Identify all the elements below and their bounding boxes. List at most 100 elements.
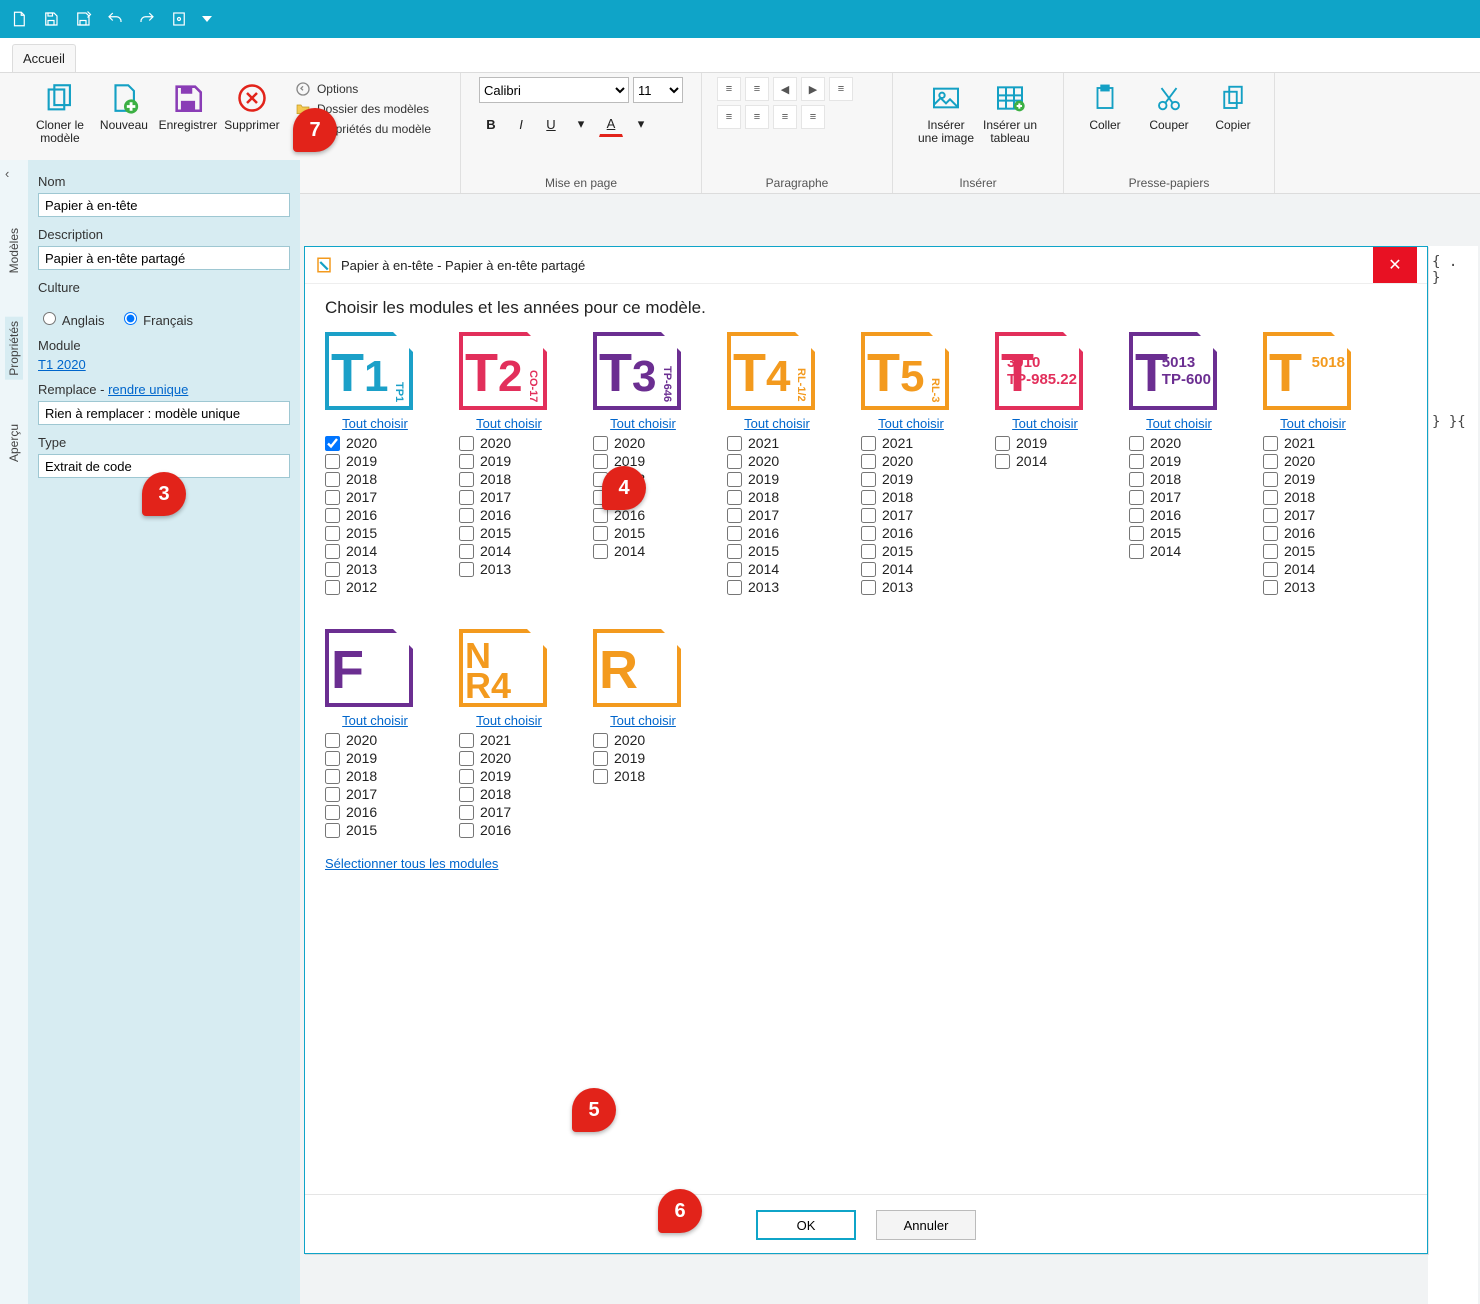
year-T4-2019[interactable]: 2019 bbox=[727, 471, 827, 487]
select-all-modules-link[interactable]: Sélectionner tous les modules bbox=[325, 856, 498, 871]
bold-button[interactable]: B bbox=[479, 112, 503, 136]
year-F-2017[interactable]: 2017 bbox=[325, 786, 425, 802]
select-all-T5018[interactable]: Tout choisir bbox=[1263, 416, 1363, 431]
desc-input[interactable] bbox=[38, 246, 290, 270]
year-T1-2020[interactable]: 2020 bbox=[325, 435, 425, 451]
year-T2-2014[interactable]: 2014 bbox=[459, 543, 559, 559]
select-all-T3010[interactable]: Tout choisir bbox=[995, 416, 1095, 431]
select-all-NR4[interactable]: Tout choisir bbox=[459, 713, 559, 728]
font-color-button[interactable]: A bbox=[599, 111, 623, 137]
select-all-R[interactable]: Tout choisir bbox=[593, 713, 693, 728]
year-T5013-2018[interactable]: 2018 bbox=[1129, 471, 1229, 487]
year-T5-2019[interactable]: 2019 bbox=[861, 471, 961, 487]
radio-francais[interactable]: Français bbox=[119, 309, 193, 328]
year-T1-2018[interactable]: 2018 bbox=[325, 471, 425, 487]
year-T4-2015[interactable]: 2015 bbox=[727, 543, 827, 559]
year-T5018-2015[interactable]: 2015 bbox=[1263, 543, 1363, 559]
year-NR4-2016[interactable]: 2016 bbox=[459, 822, 559, 838]
sidetab-apercu[interactable]: Aperçu bbox=[5, 420, 23, 466]
underline-dropdown[interactable]: ▾ bbox=[569, 112, 593, 136]
year-T5013-2019[interactable]: 2019 bbox=[1129, 453, 1229, 469]
year-T2-2016[interactable]: 2016 bbox=[459, 507, 559, 523]
qat-dropdown-icon[interactable] bbox=[202, 16, 212, 22]
sidetab-proprietes[interactable]: Propriétés bbox=[5, 317, 23, 380]
module-link[interactable]: T1 2020 bbox=[38, 357, 290, 372]
year-T2-2017[interactable]: 2017 bbox=[459, 489, 559, 505]
year-T5-2018[interactable]: 2018 bbox=[861, 489, 961, 505]
year-T5018-2016[interactable]: 2016 bbox=[1263, 525, 1363, 541]
year-R-2019[interactable]: 2019 bbox=[593, 750, 693, 766]
new-file-icon[interactable] bbox=[10, 10, 28, 28]
font-family-select[interactable]: Calibri bbox=[479, 77, 629, 103]
year-T1-2014[interactable]: 2014 bbox=[325, 543, 425, 559]
year-T4-2017[interactable]: 2017 bbox=[727, 507, 827, 523]
year-F-2018[interactable]: 2018 bbox=[325, 768, 425, 784]
year-NR4-2017[interactable]: 2017 bbox=[459, 804, 559, 820]
align-center-button[interactable]: ≡ bbox=[717, 105, 741, 129]
year-T5-2014[interactable]: 2014 bbox=[861, 561, 961, 577]
year-T5018-2021[interactable]: 2021 bbox=[1263, 435, 1363, 451]
year-T5018-2013[interactable]: 2013 bbox=[1263, 579, 1363, 595]
select-all-T1[interactable]: Tout choisir bbox=[325, 416, 425, 431]
select-all-T3[interactable]: Tout choisir bbox=[593, 416, 693, 431]
year-T1-2017[interactable]: 2017 bbox=[325, 489, 425, 505]
year-T4-2014[interactable]: 2014 bbox=[727, 561, 827, 577]
bullets-button[interactable]: ≡ bbox=[717, 77, 741, 101]
year-T3-2014[interactable]: 2014 bbox=[593, 543, 693, 559]
year-T2-2020[interactable]: 2020 bbox=[459, 435, 559, 451]
select-all-T5013[interactable]: Tout choisir bbox=[1129, 416, 1229, 431]
year-T5-2016[interactable]: 2016 bbox=[861, 525, 961, 541]
year-T4-2021[interactable]: 2021 bbox=[727, 435, 827, 451]
year-T5018-2014[interactable]: 2014 bbox=[1263, 561, 1363, 577]
cut-button[interactable]: Couper bbox=[1138, 77, 1200, 132]
align-right-button[interactable]: ≡ bbox=[745, 105, 769, 129]
justify-button[interactable]: ≡ bbox=[773, 105, 797, 129]
insert-table-button[interactable]: Insérer un tableau bbox=[979, 77, 1041, 145]
year-T2-2019[interactable]: 2019 bbox=[459, 453, 559, 469]
year-T5-2015[interactable]: 2015 bbox=[861, 543, 961, 559]
year-T2-2015[interactable]: 2015 bbox=[459, 525, 559, 541]
year-NR4-2018[interactable]: 2018 bbox=[459, 786, 559, 802]
properties-icon[interactable] bbox=[170, 10, 188, 28]
save-button[interactable]: Enregistrer bbox=[157, 77, 219, 132]
year-T1-2012[interactable]: 2012 bbox=[325, 579, 425, 595]
year-NR4-2021[interactable]: 2021 bbox=[459, 732, 559, 748]
year-T1-2015[interactable]: 2015 bbox=[325, 525, 425, 541]
select-all-F[interactable]: Tout choisir bbox=[325, 713, 425, 728]
year-T3010-2019[interactable]: 2019 bbox=[995, 435, 1095, 451]
undo-icon[interactable] bbox=[106, 10, 124, 28]
year-T5018-2020[interactable]: 2020 bbox=[1263, 453, 1363, 469]
year-T3-2019[interactable]: 2019 bbox=[593, 453, 693, 469]
year-T2-2013[interactable]: 2013 bbox=[459, 561, 559, 577]
select-all-T2[interactable]: Tout choisir bbox=[459, 416, 559, 431]
year-T5013-2015[interactable]: 2015 bbox=[1129, 525, 1229, 541]
close-button[interactable]: ✕ bbox=[1373, 247, 1417, 283]
year-T5-2020[interactable]: 2020 bbox=[861, 453, 961, 469]
nom-input[interactable] bbox=[38, 193, 290, 217]
year-T4-2013[interactable]: 2013 bbox=[727, 579, 827, 595]
line-spacing-button[interactable]: ≡ bbox=[801, 105, 825, 129]
year-T4-2020[interactable]: 2020 bbox=[727, 453, 827, 469]
save-as-icon[interactable] bbox=[74, 10, 92, 28]
font-size-select[interactable]: 11 bbox=[633, 77, 683, 103]
select-all-T4[interactable]: Tout choisir bbox=[727, 416, 827, 431]
underline-button[interactable]: U bbox=[539, 112, 563, 136]
indent-button[interactable]: ▶ bbox=[801, 77, 825, 101]
year-T5013-2017[interactable]: 2017 bbox=[1129, 489, 1229, 505]
collapse-panel-icon[interactable]: ‹ bbox=[5, 166, 23, 184]
year-T2-2018[interactable]: 2018 bbox=[459, 471, 559, 487]
year-F-2016[interactable]: 2016 bbox=[325, 804, 425, 820]
year-F-2015[interactable]: 2015 bbox=[325, 822, 425, 838]
year-NR4-2019[interactable]: 2019 bbox=[459, 768, 559, 784]
year-T4-2018[interactable]: 2018 bbox=[727, 489, 827, 505]
tab-accueil[interactable]: Accueil bbox=[12, 44, 76, 72]
clone-model-button[interactable]: Cloner le modèle bbox=[29, 77, 91, 145]
redo-icon[interactable] bbox=[138, 10, 156, 28]
font-color-dropdown[interactable]: ▾ bbox=[629, 112, 653, 136]
year-T5013-2020[interactable]: 2020 bbox=[1129, 435, 1229, 451]
year-T5013-2014[interactable]: 2014 bbox=[1129, 543, 1229, 559]
radio-anglais[interactable]: Anglais bbox=[38, 309, 105, 328]
year-R-2020[interactable]: 2020 bbox=[593, 732, 693, 748]
save-icon[interactable] bbox=[42, 10, 60, 28]
year-T1-2013[interactable]: 2013 bbox=[325, 561, 425, 577]
